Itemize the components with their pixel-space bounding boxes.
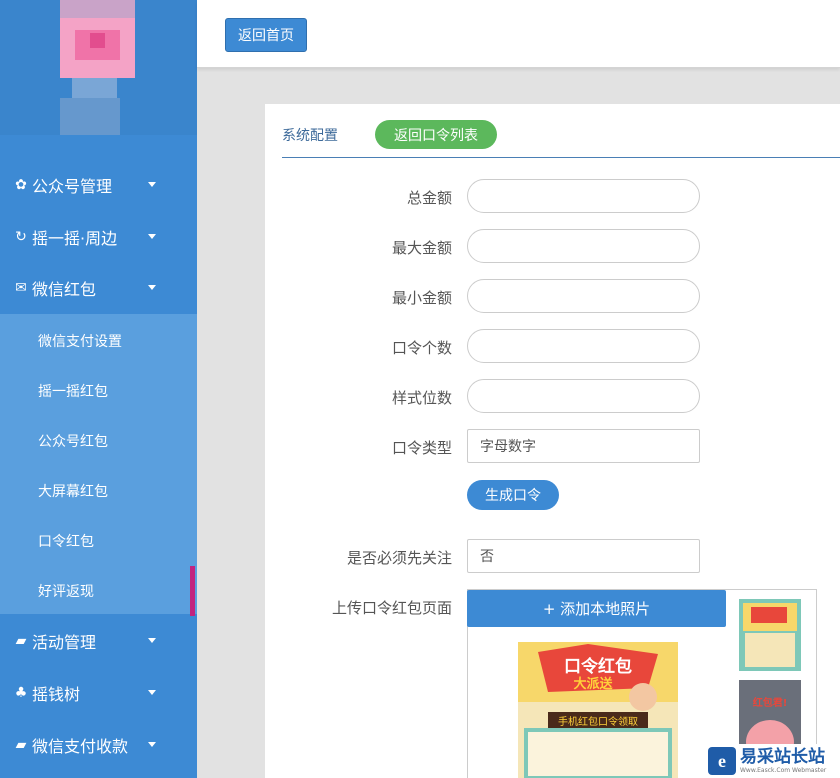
divider xyxy=(282,157,840,158)
poster-banner: 手机红包口令领取 xyxy=(558,715,638,728)
folder-open-icon: ▰ xyxy=(15,633,27,649)
nav-wechat-redpacket[interactable]: ✉ 微信红包 xyxy=(0,262,197,314)
watermark-title: 易采站长站 xyxy=(740,747,825,767)
folder-open-icon: ▰ xyxy=(15,737,27,753)
site-watermark: e 易采站长站 Www.Easck.Com Webmaster xyxy=(704,744,840,778)
caret-down-icon xyxy=(148,690,156,695)
caret-down-icon xyxy=(148,234,156,239)
must-follow-select[interactable]: 否 xyxy=(467,539,700,573)
thumbnail-1-image xyxy=(739,599,801,671)
nav-label: 微信红包 xyxy=(32,280,97,299)
config-panel: 系统配置 返回口令列表 总金额 最大金额 最小金额 口令个数 样式位数 口令类型… xyxy=(265,104,840,778)
submenu-redpacket: 微信支付设置 摇一摇红包 公众号红包 大屏幕红包 口令红包 好评返现 xyxy=(0,314,197,616)
min-amount-label: 最小金额 xyxy=(391,289,452,307)
nav-money-tree[interactable]: ♣ 摇钱树 xyxy=(0,667,197,719)
caret-down-icon xyxy=(148,638,156,643)
caret-down-icon xyxy=(148,285,156,290)
panel-title: 系统配置 xyxy=(282,128,338,144)
submenu-item-review-cashback[interactable]: 好评返现 xyxy=(0,566,197,616)
style-digits-input[interactable] xyxy=(467,379,700,413)
nav-wechat-pay-collect[interactable]: ▰ 微信支付收款 xyxy=(0,719,197,771)
poster-subtitle: 大派送 xyxy=(573,676,613,692)
max-amount-input[interactable] xyxy=(467,229,700,263)
nav-label: 摇一摇·周边 xyxy=(32,229,118,248)
thumbnail-2-text: 红包君! xyxy=(753,696,788,709)
submenu-item-public-redpacket[interactable]: 公众号红包 xyxy=(0,416,197,466)
thumbnail-1[interactable] xyxy=(739,599,801,671)
refresh-icon: ↻ xyxy=(15,229,27,245)
watermark-subtitle: Www.Easck.Com Webmaster xyxy=(740,767,827,774)
avatar xyxy=(0,0,197,135)
upload-page-label: 上传口令红包页面 xyxy=(331,599,452,617)
generate-code-button[interactable]: 生成口令 xyxy=(467,480,559,510)
watermark-logo: e xyxy=(708,747,736,775)
code-count-input[interactable] xyxy=(467,329,700,363)
nav-shake-nearby[interactable]: ↻ 摇一摇·周边 xyxy=(0,211,197,263)
nav-label: 微信支付收款 xyxy=(32,737,129,756)
poster-title: 口令红包 xyxy=(564,656,632,677)
nav-label: 公众号管理 xyxy=(32,177,113,196)
redpacket-page-preview[interactable]: 口令红包 大派送 手机红包口令领取 xyxy=(518,642,678,778)
max-amount-label: 最大金额 xyxy=(391,239,452,257)
code-type-label: 口令类型 xyxy=(391,439,452,457)
style-digits-label: 样式位数 xyxy=(391,389,452,407)
caret-down-icon xyxy=(148,182,156,187)
total-amount-label: 总金额 xyxy=(406,189,452,207)
caret-down-icon xyxy=(148,742,156,747)
sidebar: ✿ 公众号管理 ↻ 摇一摇·周边 ✉ 微信红包 微信支付设置 摇一摇红包 公众号… xyxy=(0,0,197,778)
total-amount-input[interactable] xyxy=(467,179,700,213)
submenu-item-bigscreen-redpacket[interactable]: 大屏幕红包 xyxy=(0,466,197,516)
add-local-photo-button[interactable]: + 添加本地照片 xyxy=(467,590,726,627)
top-bar: 返回首页 xyxy=(197,0,840,68)
redpacket-poster-image: 口令红包 大派送 手机红包口令领取 xyxy=(518,642,678,778)
min-amount-input[interactable] xyxy=(467,279,700,313)
home-button[interactable]: 返回首页 xyxy=(225,18,307,52)
submenu-item-code-redpacket[interactable]: 口令红包 xyxy=(0,516,197,566)
submenu-item-shake-redpacket[interactable]: 摇一摇红包 xyxy=(0,366,197,416)
back-to-code-list-button[interactable]: 返回口令列表 xyxy=(375,120,497,149)
submenu-item-pay-settings[interactable]: 微信支付设置 xyxy=(0,316,197,366)
tree-icon: ♣ xyxy=(14,685,28,701)
nav-label: 活动管理 xyxy=(32,633,97,652)
must-follow-label: 是否必须先关注 xyxy=(346,549,452,567)
nav-public-account[interactable]: ✿ 公众号管理 xyxy=(0,159,197,211)
code-type-select[interactable]: 字母数字 xyxy=(467,429,700,463)
code-count-label: 口令个数 xyxy=(391,339,452,357)
nav-label: 摇钱树 xyxy=(32,685,81,704)
envelope-icon: ✉ xyxy=(15,280,27,296)
gear-icon: ✿ xyxy=(15,177,27,193)
nav-activity[interactable]: ▰ 活动管理 xyxy=(0,615,197,667)
